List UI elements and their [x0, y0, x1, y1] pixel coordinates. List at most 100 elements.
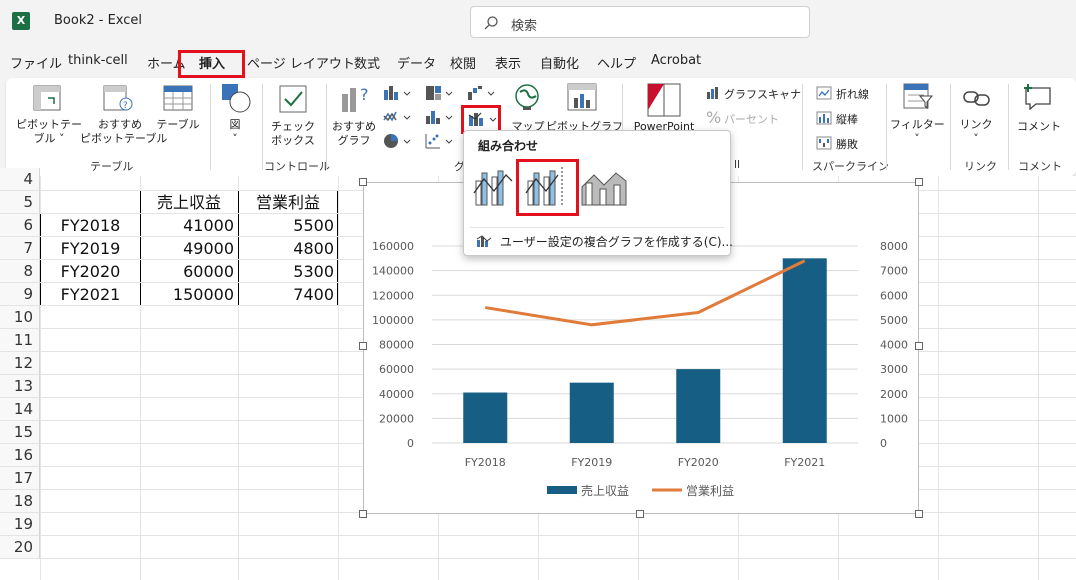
y-right-tick-label: 7000 [880, 265, 908, 278]
group-label-think-cell: ll [734, 158, 741, 171]
recommended-charts-icon: ? [342, 85, 369, 112]
y-right-tick-label: 6000 [880, 289, 908, 302]
link-button[interactable]: リンク ˅ [956, 118, 996, 146]
illustrations-button[interactable]: 図 ˅ [220, 118, 250, 146]
percent-icon: % [706, 108, 722, 127]
waterfall-chart-icon[interactable] [466, 84, 496, 102]
column-chart-icon[interactable] [382, 84, 412, 102]
table-button[interactable]: テーブル [152, 118, 204, 132]
comment-button[interactable]: コメント [1014, 120, 1064, 134]
pie-chart-icon[interactable] [382, 132, 412, 150]
svg-text:?: ? [360, 85, 369, 104]
sparkline-column-icon [816, 111, 832, 125]
filter-slicer-icon [903, 83, 934, 110]
group-label-table: テーブル [90, 160, 134, 173]
resize-handle[interactable] [915, 178, 923, 186]
row-header[interactable]: 17 [0, 467, 40, 490]
dropdown-title: 組み合わせ [478, 139, 539, 153]
tab-review[interactable]: 校閲 [450, 53, 476, 72]
row-header[interactable]: 11 [0, 329, 40, 352]
tab-automate[interactable]: 自動化 [540, 53, 579, 72]
row-header[interactable]: 18 [0, 490, 40, 513]
sparkline-winloss-button[interactable]: 勝敗 [836, 136, 858, 152]
y-right-tick-label: 2000 [880, 388, 908, 401]
resize-handle[interactable] [636, 510, 644, 518]
bar-fy2018 [463, 392, 508, 443]
window-title: Book2 - Excel [54, 13, 143, 28]
table-borders [40, 190, 338, 306]
resize-handle[interactable] [915, 342, 923, 350]
resize-handle[interactable] [359, 510, 367, 518]
recommended-charts-button[interactable]: おすすめ グラフ [332, 120, 376, 148]
recommended-pivot-button[interactable]: おすすめ ピボットテーブル [80, 118, 167, 146]
group-divider [1008, 84, 1009, 170]
x-tick-label: FY2018 [465, 456, 506, 469]
bar-fy2020 [676, 369, 721, 443]
search-placeholder: 検索 [511, 19, 538, 34]
tab-think-cell[interactable]: think-cell [68, 53, 128, 68]
link-icon [963, 91, 990, 106]
y-left-tick-label: 160000 [372, 240, 414, 253]
row-header[interactable]: 16 [0, 444, 40, 467]
title-bar: X Book2 - Excel 検索 [0, 0, 1076, 44]
bar-fy2021 [782, 258, 827, 443]
combo-chart-dropdown: 組み合わせ ユーザー設定の複合グラフを作成する(C)... [463, 130, 733, 256]
stacked-area-column-option[interactable] [580, 163, 630, 209]
group-label-link: リンク [964, 160, 997, 173]
sparkline-line-button[interactable]: 折れ線 [836, 86, 869, 102]
recommended-pivot-icon: ? [103, 85, 133, 111]
custom-combo-menu-item[interactable]: ユーザー設定の複合グラフを作成する(C)... [500, 233, 733, 250]
secondary-axis-option-highlight [516, 159, 579, 216]
row-header[interactable]: 20 [0, 536, 40, 559]
bar-fy2019 [569, 382, 614, 443]
custom-combo-icon [476, 235, 492, 247]
x-tick-label: FY2020 [678, 456, 719, 469]
sparkline-winloss-icon [816, 136, 832, 150]
sparkline-column-button[interactable]: 縦棒 [836, 111, 858, 127]
search-icon [484, 16, 498, 30]
row-header[interactable]: 13 [0, 375, 40, 398]
tab-view[interactable]: 表示 [495, 53, 521, 72]
tab-help[interactable]: ヘルプ [597, 53, 636, 72]
tab-page-layout[interactable]: ページ レイアウト [247, 53, 355, 72]
group-label-comment: コメント [1018, 160, 1062, 173]
resize-handle[interactable] [915, 510, 923, 518]
row-header[interactable]: 14 [0, 398, 40, 421]
pivot-chart-icon [567, 83, 597, 111]
checkbox-button[interactable]: チェック ボックス [268, 120, 318, 148]
tab-formulas[interactable]: 数式 [354, 53, 380, 72]
y-left-tick-label: 60000 [379, 363, 414, 376]
scatter-chart-icon[interactable] [424, 132, 454, 150]
dropdown-divider [470, 227, 724, 228]
search-input[interactable]: 検索 [470, 6, 810, 38]
tab-file[interactable]: ファイル [10, 53, 62, 72]
x-tick-label: FY2021 [784, 456, 825, 469]
sparkline-line-icon [816, 86, 832, 100]
legend-sales-label: 売上収益 [581, 483, 629, 498]
map-chart-icon [515, 84, 539, 110]
clustered-column-line-option[interactable] [470, 163, 516, 209]
line-chart-icon[interactable] [382, 108, 412, 126]
row-header[interactable]: 12 [0, 352, 40, 375]
y-right-tick-label: 4000 [880, 339, 908, 352]
resize-handle[interactable] [359, 342, 367, 350]
y-left-tick-label: 140000 [372, 265, 414, 278]
tab-data[interactable]: データ [397, 53, 436, 72]
group-divider [802, 84, 803, 170]
y-left-tick-label: 0 [407, 437, 414, 450]
x-tick-label: FY2019 [571, 456, 612, 469]
group-divider [210, 84, 211, 170]
filter-button[interactable]: フィルター ˅ [890, 118, 945, 146]
y-right-tick-label: 1000 [880, 412, 908, 425]
graph-scanner-button[interactable]: グラフスキャナ [724, 86, 801, 102]
statistic-chart-icon[interactable] [424, 108, 454, 126]
y-right-tick-label: 8000 [880, 240, 908, 253]
percent-button[interactable]: パーセント [724, 111, 779, 127]
tab-acrobat[interactable]: Acrobat [651, 53, 701, 68]
row-header[interactable]: 15 [0, 421, 40, 444]
hierarchy-chart-icon[interactable] [424, 84, 454, 102]
row-header[interactable]: 19 [0, 513, 40, 536]
resize-handle[interactable] [359, 178, 367, 186]
pivot-table-button[interactable]: ピボットテー ブル ˅ [14, 118, 84, 146]
table-icon [163, 85, 193, 111]
